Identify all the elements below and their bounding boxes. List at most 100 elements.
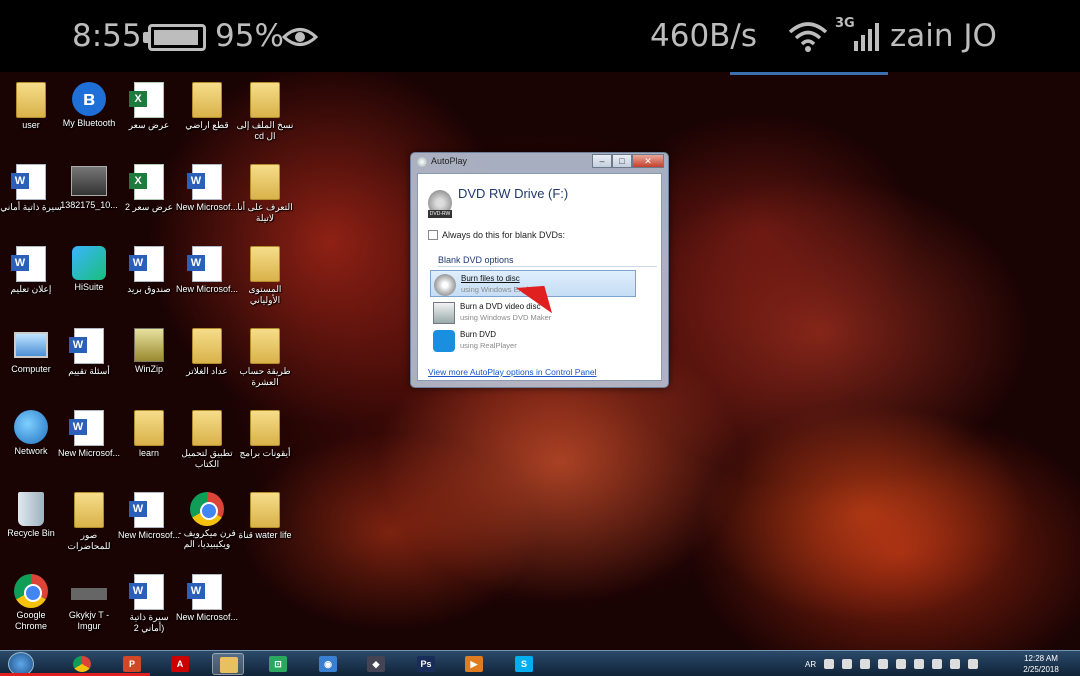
desktop-icon[interactable]: طريقة حساب العشرة (234, 322, 296, 388)
desktop-icon[interactable]: Recycle Bin (0, 486, 62, 539)
taskbar-acrobat-button[interactable]: A (164, 653, 196, 675)
dialog-titlebar[interactable]: AutoPlay – □ ✕ (411, 153, 668, 171)
excel-icon (129, 164, 164, 200)
option-title: Burn files to disc (461, 274, 520, 283)
desktop-icon[interactable]: Computer (0, 322, 62, 375)
desktop-icon[interactable]: learn (118, 404, 180, 459)
desktop-icon[interactable]: Google Chrome (0, 568, 62, 632)
folder-icon (250, 492, 280, 528)
folder-icon (134, 410, 164, 446)
desktop-icon[interactable]: أسئلة تقييم (58, 322, 120, 377)
desktop-icon[interactable]: New Microsof... (58, 404, 120, 459)
option-title: Burn a DVD video disc (460, 302, 541, 311)
screen-recorder-icon: ⊡ (269, 656, 287, 672)
desktop-icon[interactable]: WinZip (118, 322, 180, 375)
desktop-icon-label: عرض سعر (128, 120, 170, 130)
desktop-icon[interactable]: قطع اراضي (176, 76, 238, 131)
folder-icon (250, 246, 280, 282)
desktop-icon[interactable]: عرض سعر 2 (118, 158, 180, 213)
bluetooth-tray-icon[interactable] (878, 659, 889, 669)
word-icon (187, 246, 222, 282)
desktop-icon-label: New Microsof... (58, 448, 121, 458)
window-edge (730, 72, 888, 75)
desktop-icon[interactable]: Network (0, 404, 62, 457)
desktop-icon[interactable]: New Microsof... (118, 486, 180, 541)
zip-icon (134, 328, 164, 362)
desktop-icon[interactable]: user (0, 76, 62, 131)
option-subtitle: using RealPlayer (460, 341, 517, 350)
realplayer-icon (433, 330, 455, 352)
desktop-icon[interactable]: 1382175_10... (58, 158, 120, 211)
desktop-icon[interactable]: المستوى الأولياني (234, 240, 296, 306)
tray-icon[interactable] (860, 659, 871, 669)
eye-icon (282, 28, 318, 46)
taskbar-chrome-button[interactable] (66, 653, 98, 675)
media-player-icon: ▶ (465, 656, 483, 672)
folder-icon (250, 164, 280, 200)
desktop-icon[interactable]: - فرن ميكرويف ويكيبيديا، الم (176, 486, 238, 550)
desktop-icon[interactable]: ʙ My Bluetooth (58, 76, 120, 129)
word-icon (11, 164, 46, 200)
volume-icon[interactable] (968, 659, 979, 669)
word-icon (129, 492, 164, 528)
taskbar-app-button[interactable]: ◆ (360, 653, 392, 675)
taskbar-explorer-button[interactable] (212, 653, 244, 675)
network-tray-icon[interactable] (950, 659, 961, 669)
close-button[interactable]: ✕ (632, 154, 664, 168)
desktop-icon-label: WinZip (134, 364, 163, 374)
word-icon (69, 328, 104, 364)
word-icon (187, 574, 222, 610)
desktop-icon-label: 1382175_10... (60, 200, 118, 210)
taskbar-clock[interactable]: 12:28 AM 2/25/2018 (1016, 653, 1066, 675)
language-indicator[interactable]: AR (805, 660, 816, 669)
desktop-icon[interactable]: سيرة ذاتية أماني (0, 158, 62, 213)
word-icon (69, 410, 104, 446)
tray-icon[interactable] (914, 659, 925, 669)
desktop-icon-label: إعلان تعليم (10, 284, 52, 294)
desktop-icon[interactable]: قناة water life (234, 486, 296, 541)
always-do-this-row[interactable]: Always do this for blank DVDs: (428, 230, 565, 240)
taskbar-skype-button[interactable]: S (508, 653, 540, 675)
chrome-icon (73, 656, 91, 672)
control-panel-link[interactable]: View more AutoPlay options in Control Pa… (428, 367, 597, 377)
desktop-icon-label: Gkykjv T - Imgur (68, 610, 110, 631)
desktop-icon[interactable]: New Microsof... (176, 568, 238, 623)
taskbar-camera-button[interactable]: ◉ (312, 653, 344, 675)
desktop-icon[interactable]: عرض سعر (118, 76, 180, 131)
taskbar-screen-recorder-button[interactable]: ⊡ (262, 653, 294, 675)
help-icon[interactable] (824, 659, 835, 669)
always-do-this-checkbox[interactable] (428, 230, 438, 240)
tray-icon[interactable] (932, 659, 943, 669)
desktop-icon[interactable]: صور للمحاضرات (58, 486, 120, 552)
desktop-icon[interactable]: نسخ الملف إلى cd ال (234, 76, 296, 142)
desktop-icon[interactable]: New Microsof... (176, 240, 238, 295)
desktop-icon[interactable]: HiSuite (58, 240, 120, 293)
desktop-icon[interactable]: تطبيق لتحميل الكتاب (176, 404, 238, 470)
desktop-icon[interactable]: إعلان تعليم (0, 240, 62, 295)
desktop-icon[interactable]: New Microsof... (176, 158, 238, 213)
option-burn-dvd-video[interactable]: Burn a DVD video disc using Windows DVD … (430, 299, 636, 326)
desktop-icon[interactable]: Gkykjv T - Imgur (58, 568, 120, 632)
taskbar-media-player-button[interactable]: ▶ (458, 653, 490, 675)
tray-icon[interactable] (842, 659, 853, 669)
desktop-icon[interactable]: صندوق بريد (118, 240, 180, 295)
desktop-icon[interactable]: سيرة ذاتية (أماني 2 (118, 568, 180, 634)
desktop-icon[interactable]: عداد الغلاتر (176, 322, 238, 377)
desktop-icon-label: Network (14, 446, 48, 456)
taskbar-photoshop-button[interactable]: Ps (410, 653, 442, 675)
taskbar-powerpoint-button[interactable]: P (116, 653, 148, 675)
desktop-icon[interactable]: أيقونات برامج (234, 404, 296, 459)
desktop-icon[interactable]: التعرف على أنا لاتيلة (234, 158, 296, 224)
desktop-icon-label: طريقة حساب العشرة (239, 366, 291, 387)
minimize-button[interactable]: – (592, 154, 612, 168)
maximize-button[interactable]: □ (612, 154, 632, 168)
folder-icon (74, 492, 104, 528)
desktop-icon-label: قطع اراضي (185, 120, 229, 130)
word-icon (187, 164, 222, 200)
chrome-icon (190, 492, 224, 526)
desktop-icon-label: user (22, 120, 40, 130)
chrome-icon (14, 574, 48, 608)
tray-icon[interactable] (896, 659, 907, 669)
option-burn-dvd-realplayer[interactable]: Burn DVD using RealPlayer (430, 327, 636, 354)
clock-date: 2/25/2018 (1023, 665, 1059, 674)
